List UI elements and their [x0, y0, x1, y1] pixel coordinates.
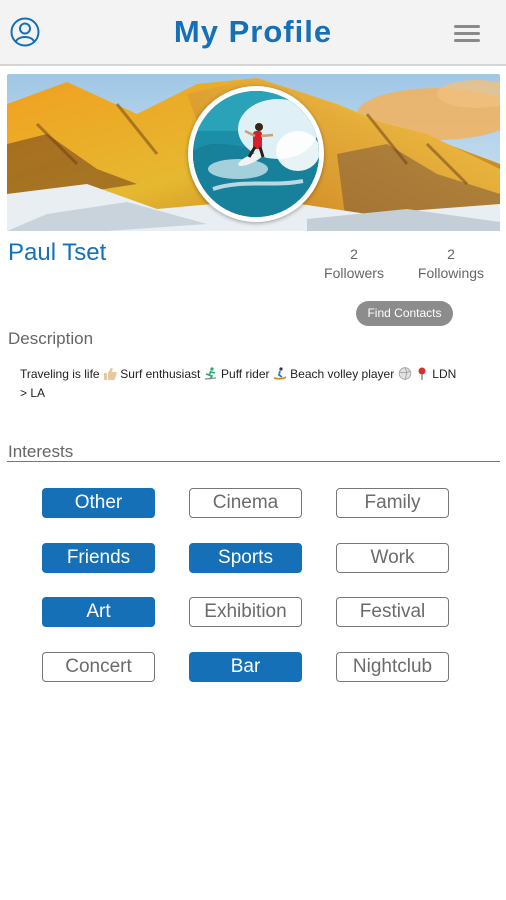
- avatar[interactable]: [188, 86, 324, 222]
- thumbs-up-icon: [103, 367, 117, 380]
- find-contacts-button[interactable]: Find Contacts: [356, 301, 453, 326]
- interest-tag-sports[interactable]: Sports: [189, 543, 302, 573]
- description-part: > LA: [20, 386, 46, 400]
- pin-icon: [415, 367, 429, 380]
- description-part: LDN: [432, 367, 457, 381]
- description-text: Traveling is life Surf enthusiast Puff r…: [20, 365, 490, 403]
- surfer-icon: [204, 367, 218, 380]
- app-header: My Profile: [0, 0, 506, 66]
- followers-label: Followers: [324, 265, 384, 281]
- followings-label: Followings: [417, 265, 485, 281]
- interest-tag-friends[interactable]: Friends: [42, 543, 155, 573]
- followers-count: 2: [350, 246, 358, 262]
- description-part: Surf enthusiast: [120, 367, 201, 381]
- interest-tag-exhibition[interactable]: Exhibition: [189, 597, 302, 627]
- volleyball-icon: [398, 367, 412, 380]
- interest-tag-nightclub[interactable]: Nightclub: [336, 652, 449, 682]
- hamburger-menu-icon[interactable]: [454, 25, 480, 45]
- interest-tag-work[interactable]: Work: [336, 543, 449, 573]
- page-title: My Profile: [173, 14, 333, 49]
- followers-stat[interactable]: 2 Followers: [318, 245, 390, 283]
- interest-tag-art[interactable]: Art: [42, 597, 155, 627]
- interest-tag-bar[interactable]: Bar: [189, 652, 302, 682]
- interest-tag-other[interactable]: Other: [42, 488, 155, 518]
- interest-tag-family[interactable]: Family: [336, 488, 449, 518]
- interest-tag-cinema[interactable]: Cinema: [189, 488, 302, 518]
- profile-name: Paul Tset: [8, 239, 107, 266]
- description-part: Traveling is life: [20, 367, 100, 381]
- description-heading: Description: [8, 329, 94, 348]
- interest-tag-festival[interactable]: Festival: [336, 597, 449, 627]
- followings-count: 2: [447, 246, 455, 262]
- followings-stat[interactable]: 2 Followings: [410, 245, 492, 283]
- interests-divider: [7, 461, 500, 462]
- interests-heading: Interests: [8, 442, 74, 461]
- rider-icon: [273, 367, 287, 380]
- interest-tag-concert[interactable]: Concert: [42, 652, 155, 682]
- description-part: Beach volley player: [290, 367, 395, 381]
- description-part: Puff rider: [221, 367, 270, 381]
